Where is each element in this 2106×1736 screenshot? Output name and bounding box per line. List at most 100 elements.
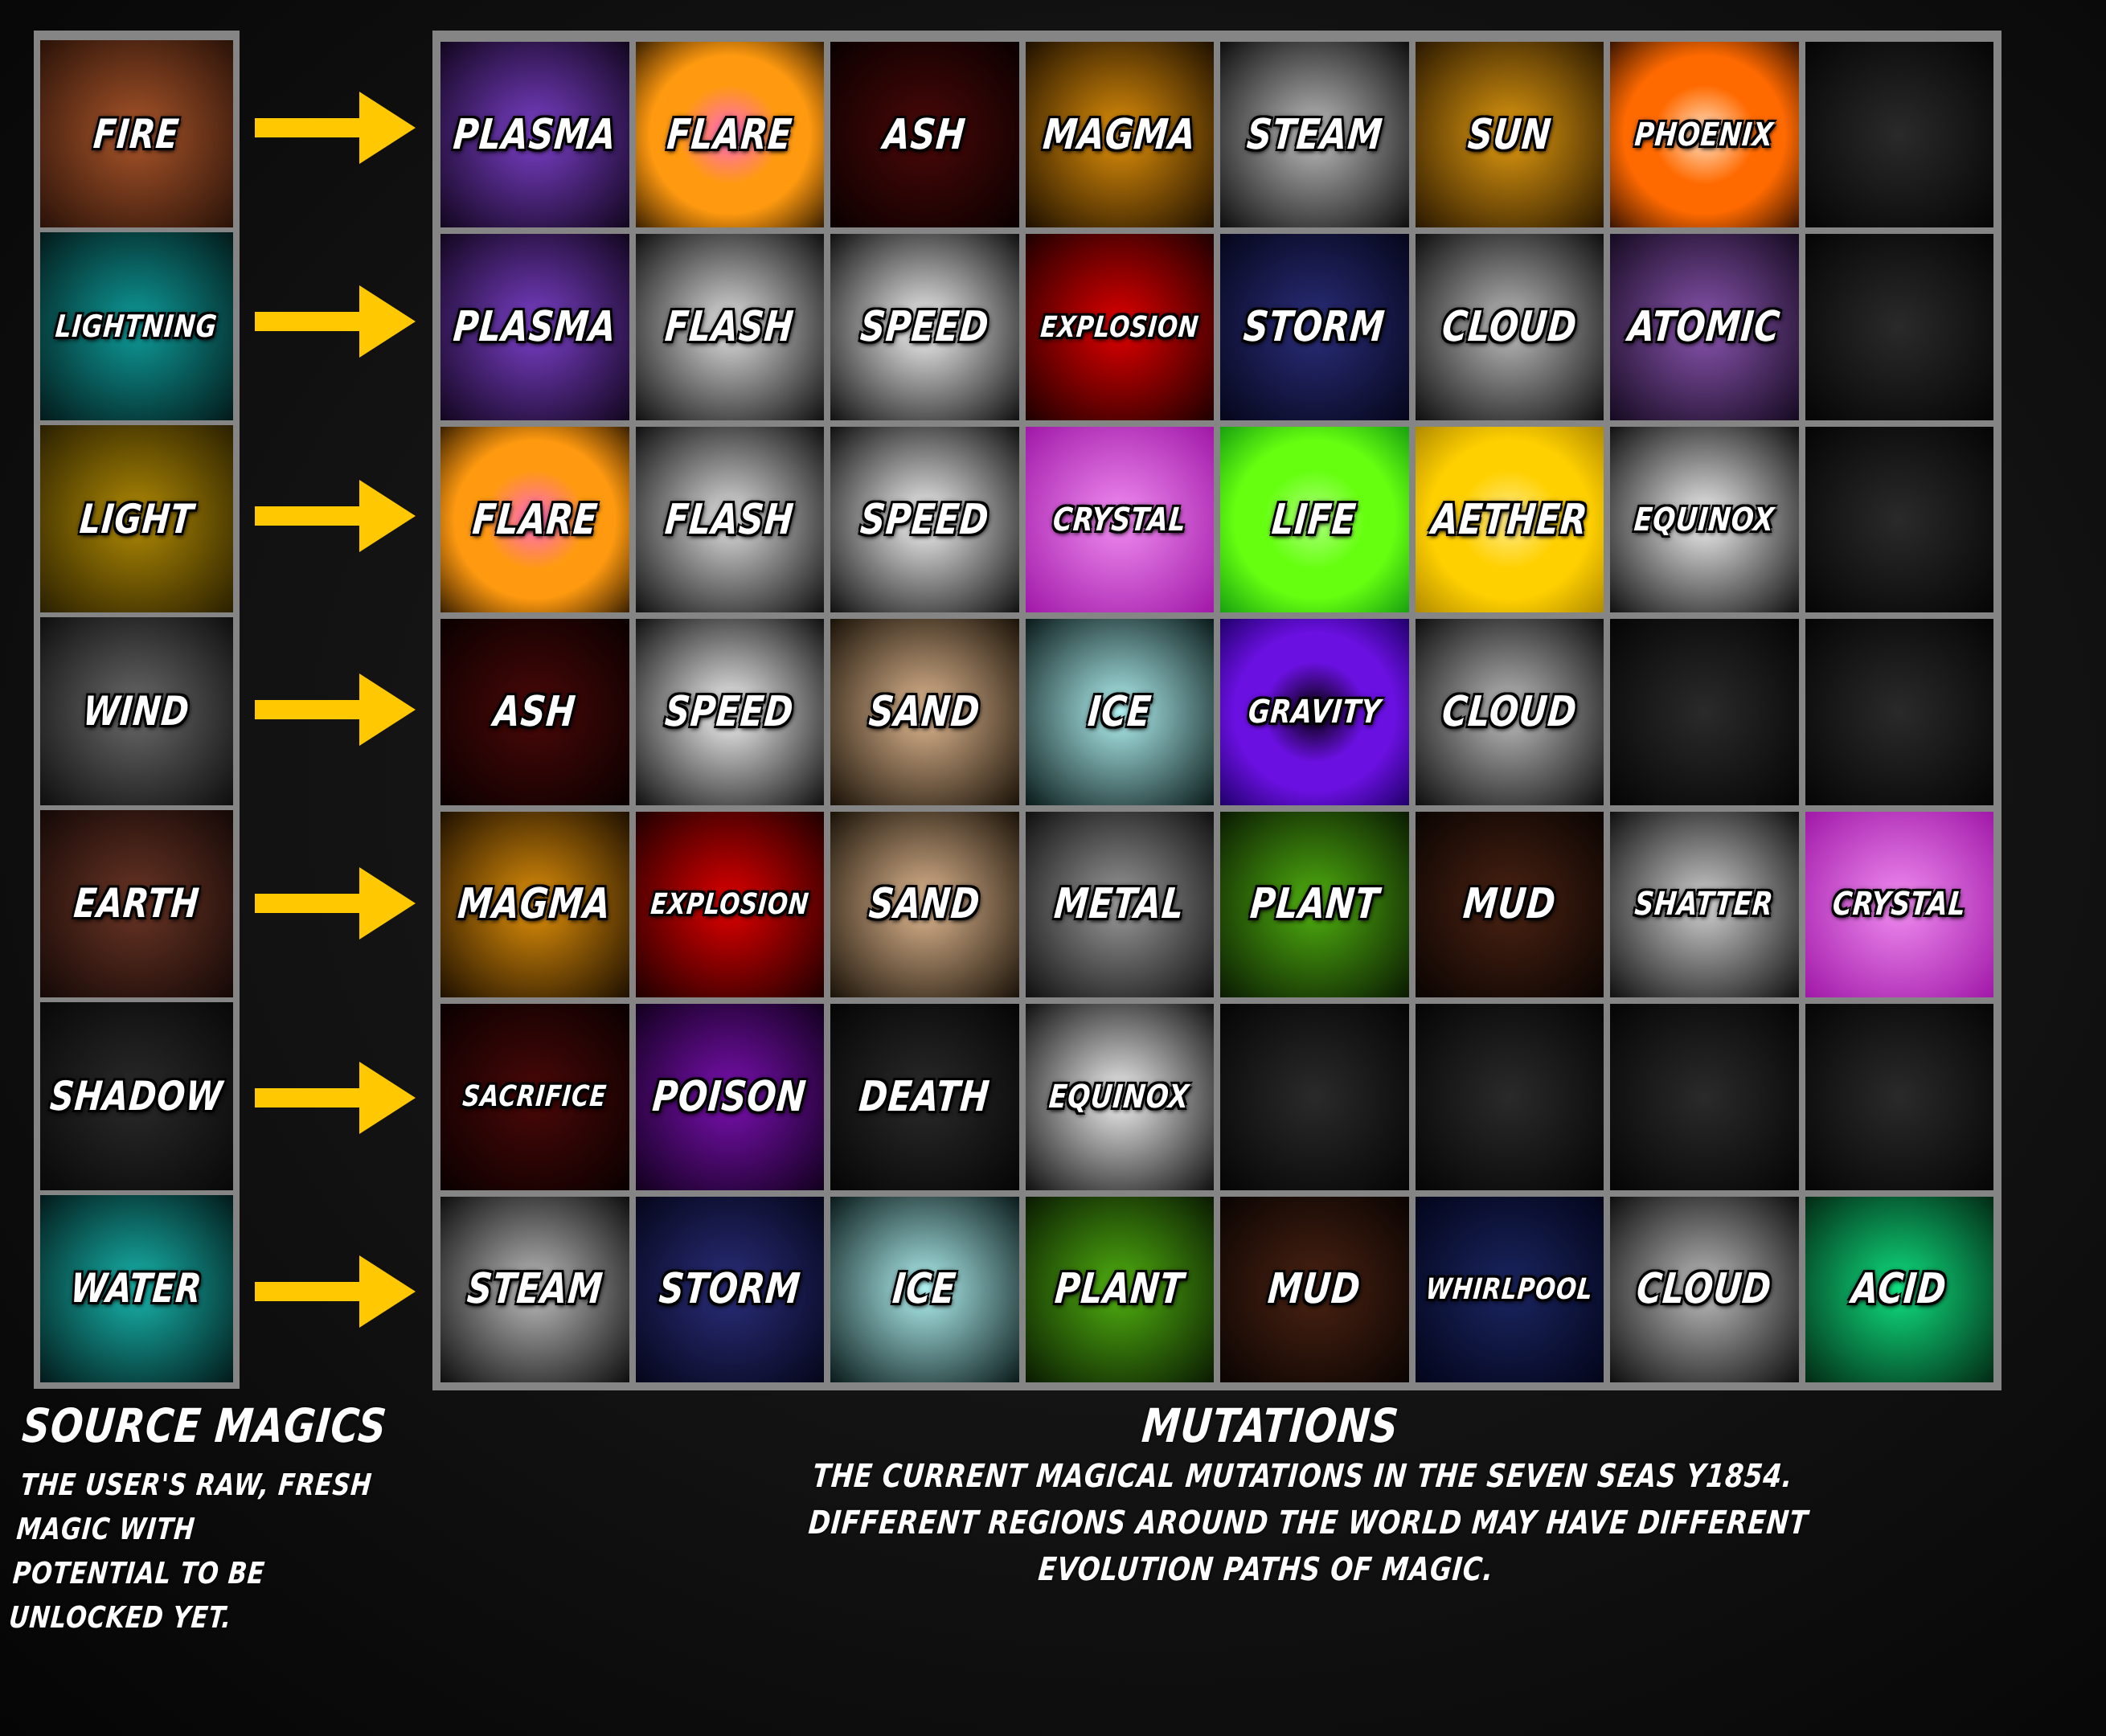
source-cell-earth: EARTH: [40, 809, 233, 998]
mutations-desc-line: DIFFERENT REGIONS AROUND THE WORLD MAY H…: [807, 1505, 1810, 1542]
source-desc-line: MAGIC WITH: [15, 1512, 197, 1546]
arrow-row: [251, 224, 420, 418]
mutation-label: CRYSTAL: [1830, 886, 1968, 923]
mutation-cell-life: LIFE: [1220, 426, 1409, 613]
mutation-label: METAL: [1052, 880, 1187, 929]
source-desc-line: UNLOCKED YET.: [7, 1600, 234, 1635]
source-cell-water: WATER: [40, 1194, 233, 1382]
mutation-cell-cloud: CLOUD: [1415, 234, 1604, 420]
mutation-label: EXPLOSION: [649, 887, 810, 921]
mutation-label: SUN: [1465, 110, 1554, 159]
mutation-cell-empty: [1805, 619, 1993, 805]
mutation-label: MAGMA: [456, 880, 613, 929]
mutations-caption: MUTATIONS THE CURRENT MAGICAL MUTATIONS …: [707, 1398, 1833, 1593]
mutation-cell-ice: ICE: [1025, 619, 1214, 805]
mutation-cell-flash: FLASH: [635, 234, 824, 420]
mutation-cell-empty: [1805, 1004, 1993, 1190]
mutation-label: WHIRLPOOL: [1424, 1272, 1595, 1306]
mutation-cell-acid: ACID: [1805, 1196, 1993, 1382]
source-desc-line: THE USER'S RAW, FRESH: [18, 1468, 374, 1502]
mutation-cell-speed: SPEED: [635, 619, 824, 805]
mutation-label: POISON: [650, 1072, 809, 1121]
mutation-label: SAND: [867, 880, 982, 929]
arrow-row: [251, 419, 420, 612]
mutation-label: GRAVITY: [1246, 693, 1383, 731]
mutation-cell-speed: SPEED: [830, 426, 1019, 613]
right-arrow-icon: [255, 91, 416, 164]
mutation-cell-storm: STORM: [1220, 234, 1409, 420]
mutation-label: STORM: [1241, 303, 1387, 352]
mutation-cell-sacrifice: SACRIFICE: [440, 1004, 629, 1190]
mutation-label: MUD: [1266, 1265, 1363, 1314]
arrow-row: [251, 31, 420, 224]
mutation-label: SAND: [867, 687, 982, 736]
mutations-desc-line: EVOLUTION PATHS OF MAGIC.: [1036, 1551, 1496, 1588]
source-label: EARTH: [72, 880, 202, 927]
mutation-cell-empty: [1610, 1004, 1799, 1190]
mutation-label: STEAM: [1244, 110, 1385, 159]
source-magics-panel: FIRE LIGHTNING LIGHT WIND EARTH SHADOW WATER: [34, 31, 240, 1389]
source-cell-wind: WIND: [40, 617, 233, 805]
mutation-cell-explosion: EXPLOSION: [1025, 234, 1214, 420]
mutation-label: PLANT: [1248, 880, 1381, 929]
arrow-row: [251, 807, 420, 1001]
mutation-label: STORM: [657, 1265, 803, 1314]
source-cell-light: LIGHT: [40, 424, 233, 613]
mutation-label: MAGMA: [1041, 110, 1198, 159]
mutation-cell-whirlpool: WHIRLPOOL: [1415, 1196, 1604, 1382]
mutation-cell-ice: ICE: [830, 1196, 1019, 1382]
mutation-cell-plant: PLANT: [1220, 811, 1409, 998]
source-label: LIGHTNING: [54, 309, 219, 345]
source-caption: SOURCE MAGICS THE USER'S RAW, FRESH MAGI…: [8, 1398, 440, 1640]
arrow-column: [251, 31, 420, 1389]
mutation-cell-flare: FLARE: [440, 426, 629, 613]
mutation-label: ATOMIC: [1626, 303, 1783, 352]
mutation-cell-empty: [1610, 619, 1799, 805]
mutation-label: FLASH: [663, 303, 797, 352]
mutation-cell-death: DEATH: [830, 1004, 1019, 1190]
mutation-label: CLOUD: [1440, 303, 1579, 352]
mutation-cell-magma: MAGMA: [440, 811, 629, 998]
mutation-label: PLASMA: [451, 303, 619, 352]
mutation-cell-plant: PLANT: [1025, 1196, 1214, 1382]
mutation-cell-cloud: CLOUD: [1415, 619, 1604, 805]
right-arrow-icon: [255, 1255, 416, 1329]
mutation-label: ASH: [491, 687, 578, 736]
mutation-label: MUD: [1461, 880, 1558, 929]
arrow-row: [251, 612, 420, 806]
mutation-cell-crystal: CRYSTAL: [1025, 426, 1214, 613]
right-arrow-icon: [255, 285, 416, 358]
right-arrow-icon: [255, 867, 416, 940]
mutation-cell-mud: MUD: [1415, 811, 1604, 998]
mutation-label: FLARE: [665, 110, 795, 159]
mutation-label: CRYSTAL: [1051, 501, 1188, 538]
mutation-cell-steam: STEAM: [440, 1196, 629, 1382]
arrow-row: [251, 1001, 420, 1194]
source-label: WIND: [81, 687, 192, 735]
mutation-cell-flare: FLARE: [635, 42, 824, 228]
mutations-description: THE CURRENT MAGICAL MUTATIONS IN THE SEV…: [803, 1453, 1810, 1593]
source-label: WATER: [68, 1265, 205, 1312]
mutation-label: FLARE: [469, 495, 600, 544]
source-label: FIRE: [92, 110, 182, 158]
mutation-label: CLOUD: [1634, 1265, 1774, 1314]
mutation-cell-empty: [1805, 42, 1993, 228]
right-arrow-icon: [255, 673, 416, 746]
mutation-cell-sand: SAND: [830, 619, 1019, 805]
mutation-cell-empty: [1220, 1004, 1409, 1190]
mutation-cell-poison: POISON: [635, 1004, 824, 1190]
mutation-label: LIFE: [1270, 495, 1359, 544]
mutation-cell-steam: STEAM: [1220, 42, 1409, 228]
mutation-cell-crystal: CRYSTAL: [1805, 811, 1993, 998]
mutation-label: ASH: [881, 110, 968, 159]
mutation-cell-sand: SAND: [830, 811, 1019, 998]
mutation-cell-empty: [1415, 1004, 1604, 1190]
source-label: SHADOW: [48, 1072, 225, 1120]
mutation-cell-metal: METAL: [1025, 811, 1214, 998]
mutation-label: EXPLOSION: [1039, 310, 1200, 344]
arrow-row: [251, 1195, 420, 1389]
mutation-cell-ash: ASH: [830, 42, 1019, 228]
mutation-cell-equinox: EQUINOX: [1610, 426, 1799, 613]
right-arrow-icon: [255, 479, 416, 552]
mutation-cell-sun: SUN: [1415, 42, 1604, 228]
